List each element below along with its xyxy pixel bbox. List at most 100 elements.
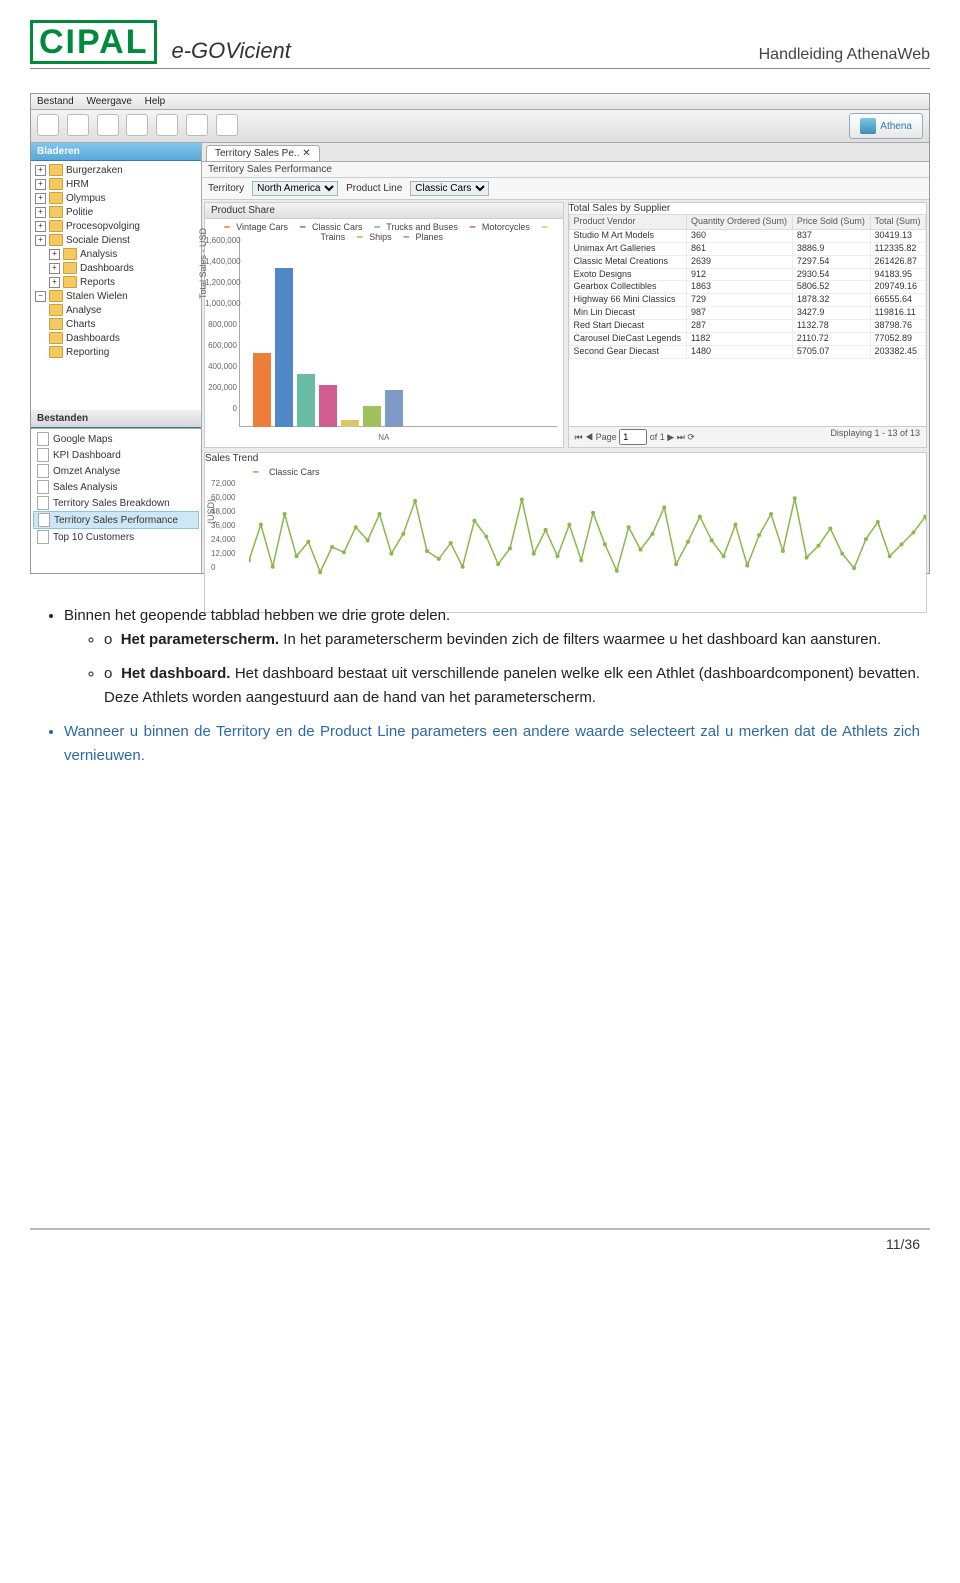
- file-item[interactable]: KPI Dashboard: [33, 447, 199, 463]
- bestanden-list[interactable]: Google MapsKPI DashboardOmzet AnalyseSal…: [31, 428, 201, 573]
- toolbar-btn-2[interactable]: [67, 114, 89, 136]
- product-share-panel: Product Share ━ Vintage Cars━ Classic Ca…: [204, 202, 564, 448]
- expand-icon[interactable]: +: [49, 263, 60, 274]
- tree-item[interactable]: +Sociale Dienst: [33, 233, 199, 247]
- collapse-icon[interactable]: −: [35, 291, 46, 302]
- table-row[interactable]: Studio M Art Models36083730419.13: [569, 229, 926, 242]
- toolbar-btn-1[interactable]: [37, 114, 59, 136]
- tree-item[interactable]: +Reports: [33, 275, 199, 289]
- table-header[interactable]: Total (Sum): [870, 215, 925, 230]
- file-item[interactable]: Territory Sales Breakdown: [33, 495, 199, 511]
- tree-item[interactable]: +Dashboards: [33, 261, 199, 275]
- expand-icon[interactable]: +: [49, 249, 60, 260]
- egov-logo: e-GOVicient: [171, 38, 290, 64]
- table-row[interactable]: Unimax Art Galleries8613886.9112335.82: [569, 242, 926, 255]
- doc-header: CIPAL e-GOVicient Handleiding AthenaWeb: [30, 20, 930, 69]
- bar: [253, 353, 271, 427]
- bestanden-panel-header[interactable]: Bestanden: [31, 410, 201, 428]
- expand-icon[interactable]: +: [35, 235, 46, 246]
- expand-icon[interactable]: +: [35, 179, 46, 190]
- sidebar: Bladeren +Burgerzaken+HRM+Olympus+Politi…: [31, 143, 202, 573]
- tree-item[interactable]: Reporting: [33, 345, 199, 359]
- productline-label: Product Line: [346, 183, 402, 194]
- file-item[interactable]: Google Maps: [33, 431, 199, 447]
- table-row[interactable]: Classic Metal Creations26397297.54261426…: [569, 255, 926, 268]
- pager-prev-icon[interactable]: ◀: [585, 432, 593, 442]
- pager-last-icon[interactable]: ⏭: [677, 432, 685, 442]
- table-pager: ⏮ ◀ Page of 1 ▶ ⏭ ⟳ Displaying 1 - 13 of…: [569, 426, 927, 447]
- document-body-text: Binnen het geopende tabblad hebben we dr…: [30, 604, 930, 768]
- toolbar-btn-6[interactable]: [186, 114, 208, 136]
- menu-help[interactable]: Help: [145, 96, 166, 107]
- product-share-chart: ━ Vintage Cars━ Classic Cars━ Trucks and…: [205, 219, 563, 447]
- pager-refresh-icon[interactable]: ⟳: [687, 432, 695, 442]
- pager-display: Displaying 1 - 13 of 13: [830, 429, 920, 445]
- close-icon[interactable]: ✕: [302, 148, 310, 159]
- toolbar-btn-5[interactable]: [156, 114, 178, 136]
- expand-icon[interactable]: +: [49, 277, 60, 288]
- pager-page-input[interactable]: [619, 429, 647, 445]
- table-header[interactable]: Quantity Ordered (Sum): [686, 215, 792, 230]
- productline-select[interactable]: Classic Cars: [410, 181, 489, 196]
- supplier-table[interactable]: Product VendorQuantity Ordered (Sum)Pric…: [569, 214, 927, 359]
- tree-item[interactable]: Analyse: [33, 303, 199, 317]
- menu-weergave[interactable]: Weergave: [86, 96, 131, 107]
- main-area: Territory Sales Pe.. ✕ Territory Sales P…: [202, 143, 929, 573]
- toolbar-btn-3[interactable]: [97, 114, 119, 136]
- toolbar-btn-4[interactable]: [126, 114, 148, 136]
- bladeren-panel-header[interactable]: Bladeren: [31, 143, 201, 161]
- tree-item[interactable]: Dashboards: [33, 331, 199, 345]
- athena-button[interactable]: Athena: [849, 113, 923, 139]
- bar-group: [253, 257, 403, 427]
- pager-first-icon[interactable]: ⏮: [575, 432, 583, 442]
- table-row[interactable]: Red Start Diecast2871132.7838798.76: [569, 320, 926, 333]
- sub-bullet-2: o Het dashboard. Het dashboard bestaat u…: [104, 662, 920, 710]
- bar: [385, 390, 403, 427]
- tree-item[interactable]: +Procesopvolging: [33, 219, 199, 233]
- bullet-1: Binnen het geopende tabblad hebben we dr…: [64, 604, 920, 710]
- table-header[interactable]: Price Sold (Sum): [792, 215, 870, 230]
- tree-item[interactable]: +Burgerzaken: [33, 163, 199, 177]
- tab-territory-sales[interactable]: Territory Sales Pe.. ✕: [206, 145, 320, 161]
- table-row[interactable]: Gearbox Collectibles18635806.52209749.16: [569, 281, 926, 294]
- expand-icon[interactable]: +: [35, 221, 46, 232]
- product-share-legend: ━ Vintage Cars━ Classic Cars━ Trucks and…: [209, 223, 559, 243]
- table-header[interactable]: Product Vendor: [569, 215, 686, 230]
- table-row[interactable]: Exoto Designs9122930.5494183.95: [569, 268, 926, 281]
- folder-icon: [49, 220, 63, 232]
- toolbar-btn-7[interactable]: [216, 114, 238, 136]
- table-row[interactable]: Min Lin Diecast9873427.9119816.11: [569, 307, 926, 320]
- tree-item[interactable]: Charts: [33, 317, 199, 331]
- expand-icon[interactable]: +: [35, 207, 46, 218]
- bar: [363, 406, 381, 427]
- sales-trend-title: Sales Trend: [205, 453, 926, 464]
- tree-item[interactable]: +HRM: [33, 177, 199, 191]
- territory-select[interactable]: North America: [252, 181, 338, 196]
- expand-icon[interactable]: +: [35, 165, 46, 176]
- product-share-title: Product Share: [205, 203, 563, 219]
- tree-item[interactable]: +Olympus: [33, 191, 199, 205]
- table-row[interactable]: Highway 66 Mini Classics7291878.3266555.…: [569, 294, 926, 307]
- tree-item[interactable]: +Politie: [33, 205, 199, 219]
- folder-icon: [49, 206, 63, 218]
- document-icon: [37, 448, 49, 462]
- table-row[interactable]: Second Gear Diecast14805705.07203382.45: [569, 345, 926, 358]
- file-item[interactable]: Territory Sales Performance: [33, 511, 199, 529]
- menu-bestand[interactable]: Bestand: [37, 96, 74, 107]
- file-item[interactable]: Omzet Analyse: [33, 463, 199, 479]
- tree-item[interactable]: −Stalen Wielen: [33, 289, 199, 303]
- folder-icon: [63, 248, 77, 260]
- doc-title: Handleiding AthenaWeb: [759, 46, 930, 64]
- expand-icon[interactable]: +: [35, 193, 46, 204]
- folder-icon: [49, 318, 63, 330]
- pager-next-icon[interactable]: ▶: [667, 432, 674, 442]
- folder-icon: [49, 164, 63, 176]
- file-item[interactable]: Sales Analysis: [33, 479, 199, 495]
- nav-tree[interactable]: +Burgerzaken+HRM+Olympus+Politie+Proceso…: [31, 161, 201, 410]
- parameter-bar: Territory North America Product Line Cla…: [202, 178, 929, 200]
- table-row[interactable]: Carousel DieCast Legends11822110.7277052…: [569, 333, 926, 346]
- tree-item[interactable]: +Analysis: [33, 247, 199, 261]
- file-item[interactable]: Top 10 Customers: [33, 529, 199, 545]
- bar: [275, 268, 293, 427]
- sub-bullet-1: o Het parameterscherm. In het parameters…: [104, 628, 920, 652]
